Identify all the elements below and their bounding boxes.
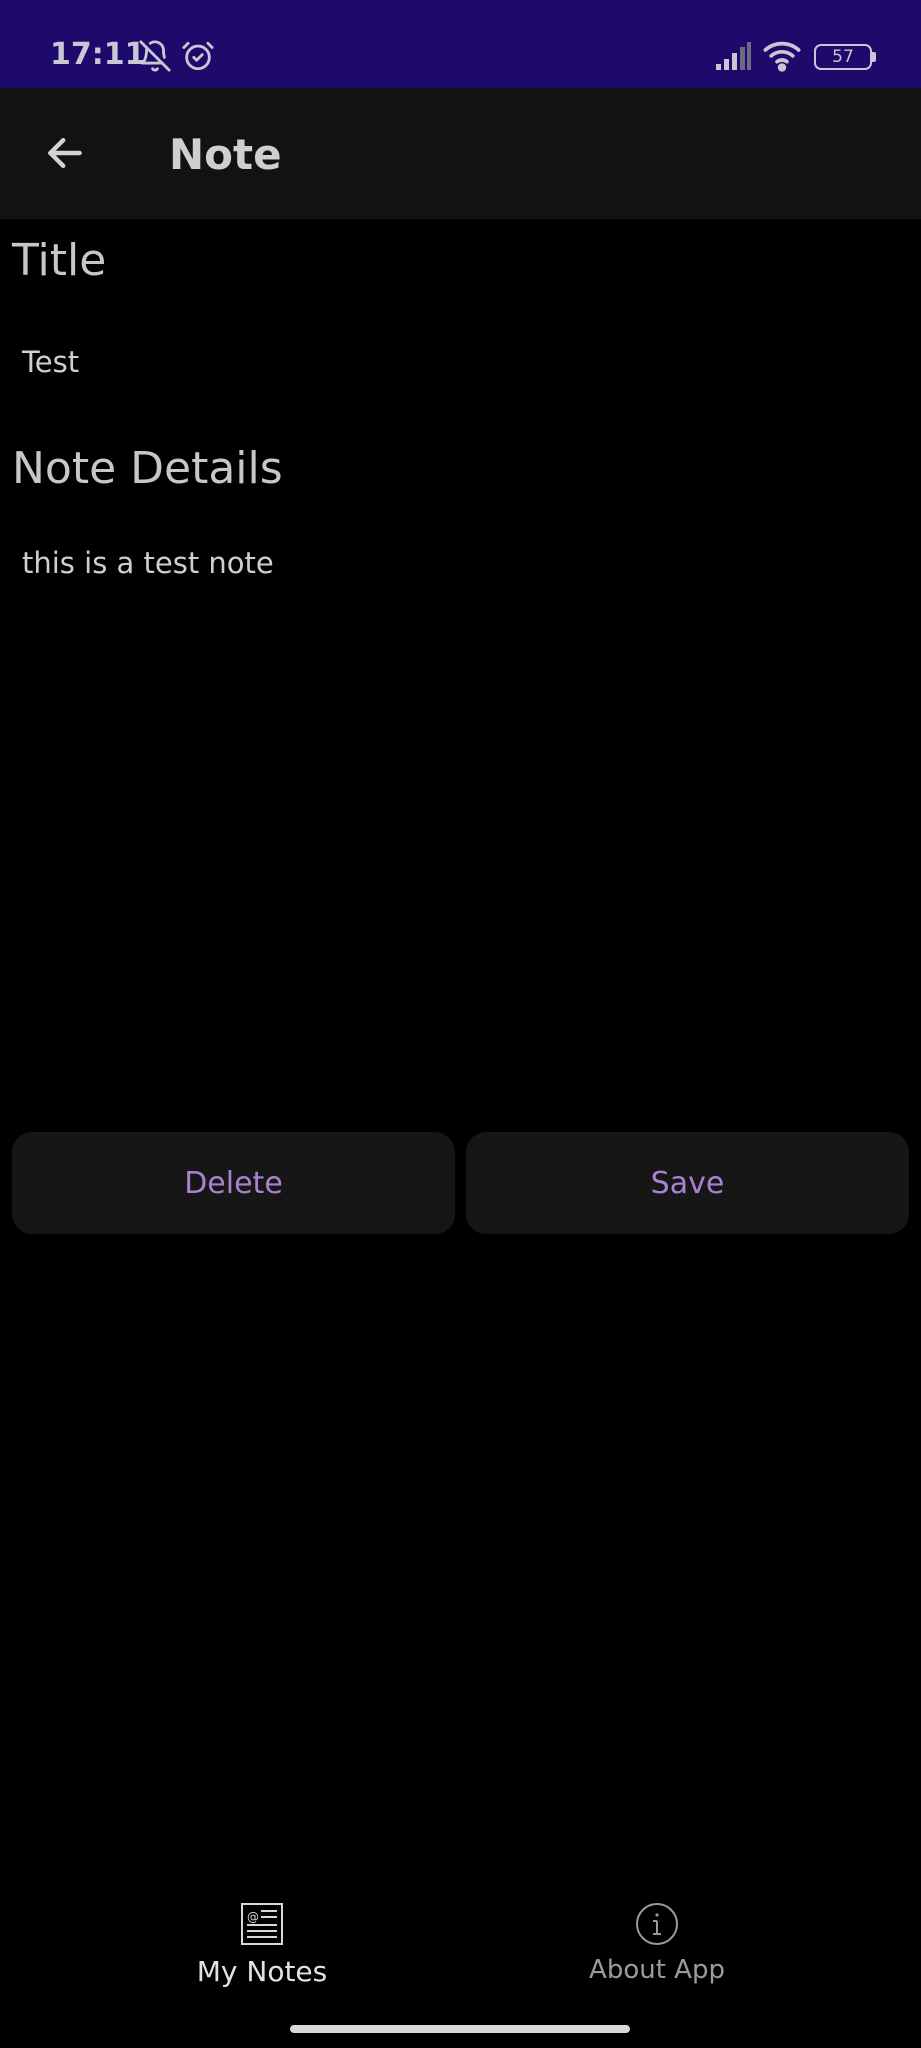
page-title: Note bbox=[169, 130, 282, 179]
svg-text:@: @ bbox=[247, 1910, 259, 1924]
note-details-input[interactable]: this is a test note bbox=[12, 546, 909, 1046]
bell-off-icon bbox=[139, 40, 171, 72]
save-button[interactable]: Save bbox=[466, 1132, 909, 1234]
title-label: Title bbox=[12, 235, 107, 286]
info-icon bbox=[636, 1903, 678, 1945]
signal-icon bbox=[716, 42, 751, 70]
battery-level: 57 bbox=[832, 47, 854, 67]
nav-item-my-notes[interactable]: @ My Notes bbox=[112, 1880, 412, 2000]
wifi-icon bbox=[763, 41, 801, 72]
battery-tip bbox=[872, 52, 876, 62]
status-bar: 17:11 57 bbox=[0, 0, 921, 88]
nav-label-about-app: About App bbox=[589, 1955, 725, 1985]
bottom-navigation: @ My Notes About App bbox=[0, 1880, 921, 2000]
home-indicator[interactable] bbox=[290, 2025, 630, 2033]
arrow-left-icon bbox=[48, 137, 82, 169]
alarm-icon bbox=[182, 41, 214, 71]
title-input[interactable]: Test bbox=[12, 345, 909, 385]
nav-item-about-app[interactable]: About App bbox=[507, 1880, 807, 2000]
note-details-label: Note Details bbox=[12, 443, 283, 494]
note-screen: 17:11 57 Note Title Test Note Details th… bbox=[0, 0, 921, 2048]
battery-icon: 57 bbox=[814, 44, 872, 70]
status-time: 17:11 bbox=[50, 37, 146, 72]
notes-icon: @ bbox=[241, 1903, 283, 1945]
back-button[interactable] bbox=[30, 118, 100, 188]
nav-label-my-notes: My Notes bbox=[196, 1955, 328, 1988]
app-bar: Note bbox=[0, 88, 921, 219]
delete-button[interactable]: Delete bbox=[12, 1132, 455, 1234]
